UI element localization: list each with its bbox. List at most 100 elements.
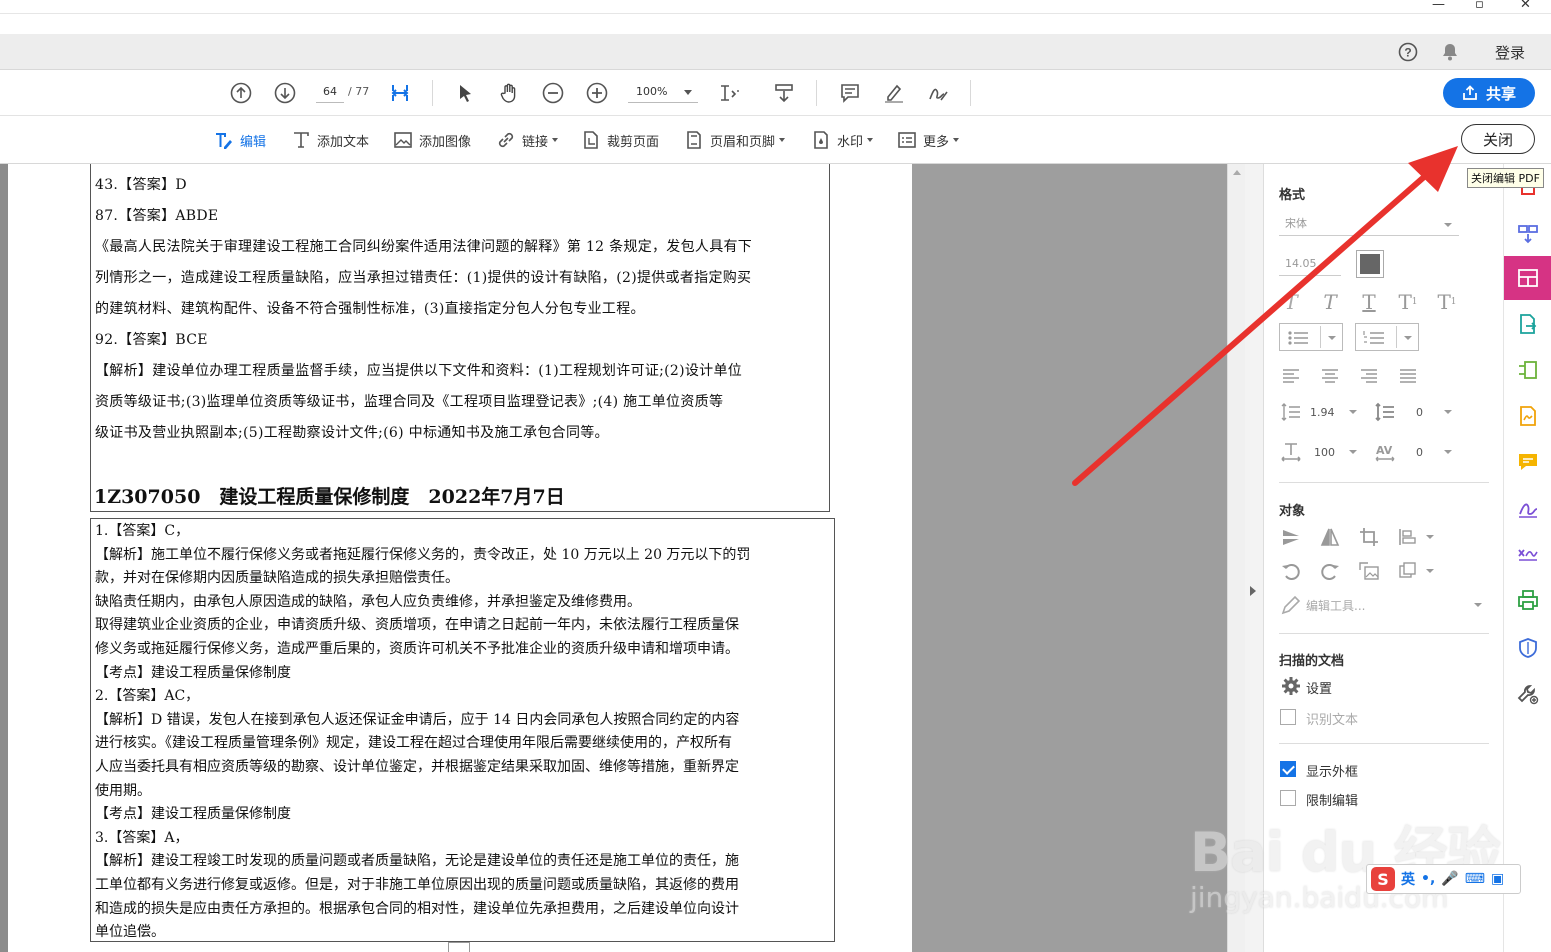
document-viewport[interactable]: 43.【答案】D 87.【答案】ABDE 《最高人民法院关于审理建设工程施工合同纠纷… bbox=[0, 164, 1263, 952]
document-text-line[interactable]: 使用期。 bbox=[95, 780, 151, 800]
crop-page-button[interactable]: 裁剪页面 bbox=[581, 130, 659, 150]
section-heading[interactable]: 1Z307050 建设工程质量保修制度 2022年7月7日 bbox=[94, 482, 565, 509]
scroll-mode-icon[interactable] bbox=[771, 80, 797, 106]
document-text-line[interactable]: 缺陷责任期内，由承包人原因造成的缺陷，承包人应负责维修，并承担鉴定及维修费用。 bbox=[95, 591, 641, 611]
text-box-answers-2[interactable]: 1.【答案】C， 【解析】施工单位不履行保修义务或者拖延履行保修义务的，责令改正，… bbox=[90, 518, 835, 942]
document-text-line[interactable]: 【解析】建设工程竣工时发现的质量问题或者质量缺陷，无论是建设单位的责任还是施工单… bbox=[95, 850, 739, 870]
zoom-select[interactable]: 100% bbox=[628, 83, 698, 103]
underline-t-icon[interactable]: T bbox=[1357, 290, 1381, 314]
edit-tools-label[interactable]: 编辑工具... bbox=[1306, 597, 1365, 614]
document-text-line[interactable]: 款，并对在保修期内因质量缺陷造成的损失承担赔偿责任。 bbox=[95, 567, 459, 587]
close-window-icon[interactable]: ✕ bbox=[1520, 0, 1531, 12]
header-footer-button[interactable]: 页眉和页脚 bbox=[684, 130, 786, 150]
line-spacing-icon[interactable] bbox=[1279, 400, 1303, 424]
print-production-icon[interactable] bbox=[1514, 586, 1542, 614]
punctuation-icon[interactable]: •, bbox=[1421, 871, 1435, 887]
flip-horizontal-icon[interactable] bbox=[1318, 525, 1342, 549]
login-link[interactable]: 登录 bbox=[1495, 42, 1525, 63]
document-text-line[interactable]: 进行核实。《建设工程质量管理条例》规定，建设工程在超过合理使用年限后需要继续使用… bbox=[95, 732, 732, 752]
page-number-input[interactable]: 64 bbox=[316, 83, 344, 103]
hand-tool-icon[interactable] bbox=[496, 80, 522, 106]
microphone-icon[interactable]: 🎤 bbox=[1441, 871, 1458, 887]
text-color-swatch[interactable] bbox=[1356, 250, 1384, 278]
select-pointer-icon[interactable] bbox=[452, 80, 478, 106]
align-right-icon[interactable] bbox=[1357, 363, 1381, 387]
minimize-icon[interactable]: — bbox=[1432, 0, 1445, 12]
keyboard-icon[interactable]: ⌨ bbox=[1465, 871, 1485, 887]
font-select[interactable]: 宋体 bbox=[1279, 214, 1459, 236]
share-button[interactable]: 共享 bbox=[1443, 78, 1535, 108]
document-text-line[interactable]: 和造成的损失是应由责任方承担的。根据承包合同的相对性，建设单位先承担费用，之后建… bbox=[95, 898, 739, 918]
document-text-line[interactable]: 【解析】D 错误，发包人在接到承包人返还保证金申请后，应于 14 日内会同承包人… bbox=[95, 709, 739, 729]
line-spacing-value[interactable]: 1.94 bbox=[1310, 406, 1335, 419]
document-text-line[interactable]: 87.【答案】ABDE bbox=[95, 205, 218, 225]
document-text-line[interactable]: 1.【答案】C， bbox=[95, 520, 189, 540]
comment-icon[interactable] bbox=[837, 80, 863, 106]
replace-image-icon[interactable] bbox=[1357, 559, 1381, 583]
zoom-out-icon[interactable] bbox=[540, 80, 566, 106]
document-text-line[interactable]: 3.【答案】A， bbox=[95, 827, 188, 847]
document-text-line[interactable]: 单位追偿。 bbox=[95, 921, 165, 941]
document-text-line[interactable]: 92.【答案】BCE bbox=[95, 329, 208, 349]
show-frame-checkbox[interactable] bbox=[1280, 761, 1296, 777]
character-spacing-value[interactable]: 0 bbox=[1416, 446, 1423, 459]
chevron-right-icon[interactable] bbox=[1250, 586, 1256, 596]
scroll-up-icon[interactable] bbox=[1233, 170, 1241, 175]
superscript-t-icon[interactable]: T1 bbox=[1396, 290, 1420, 314]
recognize-text-checkbox[interactable] bbox=[1280, 709, 1296, 725]
ime-toolbar[interactable]: S 英 •, 🎤 ⌨ ▣ bbox=[1366, 864, 1521, 894]
align-justify-icon[interactable] bbox=[1396, 363, 1420, 387]
document-text-line[interactable]: 2.【答案】AC， bbox=[95, 685, 199, 705]
highlight-pen-icon[interactable] bbox=[881, 80, 907, 106]
restrict-edit-checkbox[interactable] bbox=[1280, 790, 1296, 806]
document-text-line[interactable]: 修义务或拖延履行保修义务，造成严重后果的，资质许可机关不予批准企业的资质升级申请… bbox=[95, 638, 739, 658]
document-text-line[interactable]: 取得建筑业企业资质的企业，申请资质升级、资质增项，在申请之日起前一年内，未依法履… bbox=[95, 614, 739, 634]
align-left-icon[interactable] bbox=[1279, 363, 1303, 387]
link-button[interactable]: 链接 bbox=[496, 130, 559, 150]
document-text-line[interactable]: 资质等级证书;(3)监理单位资质等级证书，监理合同及《工程项目监理登记表》;(4… bbox=[95, 391, 723, 411]
document-text-line[interactable]: 的建筑材料、建筑构配件、设备不符合强制性标准，(3)直接指定分包人分包专业工程。 bbox=[95, 298, 645, 318]
export-pdf-icon[interactable] bbox=[1514, 310, 1542, 338]
paragraph-spacing-value[interactable]: 0 bbox=[1416, 406, 1423, 419]
character-spacing-icon[interactable]: AV bbox=[1373, 440, 1397, 464]
document-text-line[interactable]: 【解析】施工单位不履行保修义务或者拖延履行保修义务的，责令改正，处 10 万元以… bbox=[95, 544, 750, 564]
duplicate-icon[interactable] bbox=[1396, 559, 1420, 583]
font-size-input[interactable]: 14.05 bbox=[1279, 254, 1341, 276]
document-text-line[interactable]: 【考点】建设工程质量保修制度 bbox=[95, 803, 291, 823]
sign-icon[interactable] bbox=[925, 80, 951, 106]
organize-pages-icon[interactable] bbox=[1514, 356, 1542, 384]
more-tools-wrench-icon[interactable] bbox=[1514, 680, 1542, 708]
edit-tool-button[interactable]: 编辑 bbox=[214, 130, 266, 150]
sign-tool-icon[interactable] bbox=[1514, 494, 1542, 522]
add-text-button[interactable]: 添加文本 bbox=[291, 130, 369, 150]
send-for-signature-icon[interactable] bbox=[1514, 540, 1542, 568]
document-text-line[interactable]: 【解析】建设单位办理工程质量监督手续，应当提供以下文件和资料：(1)工程规划许可… bbox=[95, 360, 742, 380]
edit-pdf-icon[interactable] bbox=[1514, 264, 1542, 292]
settings-label[interactable]: 设置 bbox=[1306, 678, 1332, 697]
document-text-line[interactable]: 【考点】建设工程质量保修制度 bbox=[95, 662, 291, 682]
sogou-logo-icon[interactable]: S bbox=[1371, 867, 1395, 891]
horizontal-scale-icon[interactable] bbox=[1279, 440, 1303, 464]
help-icon[interactable]: ? bbox=[1398, 42, 1418, 62]
fit-page-icon[interactable] bbox=[387, 80, 413, 106]
maximize-icon[interactable]: ▫ bbox=[1475, 0, 1484, 12]
bullet-list-select[interactable] bbox=[1279, 323, 1343, 351]
pdf-page[interactable]: 43.【答案】D 87.【答案】ABDE 《最高人民法院关于审理建设工程施工合同纠纷… bbox=[8, 164, 912, 952]
numbered-list-select[interactable] bbox=[1355, 323, 1419, 351]
align-center-icon[interactable] bbox=[1318, 363, 1342, 387]
gear-icon[interactable] bbox=[1279, 674, 1303, 698]
page-fit-options-icon[interactable] bbox=[716, 80, 742, 106]
document-text-line[interactable]: 列情形之一，造成建设工程质量缺陷，应当承担过错责任：(1)提供的设计有缺陷，(2… bbox=[95, 267, 751, 287]
toolbox-icon[interactable]: ▣ bbox=[1491, 871, 1504, 887]
document-text-line[interactable]: 《最高人民法院关于审理建设工程施工合同纠纷案件适用法律问题的解释》第 12 条规… bbox=[95, 236, 752, 256]
bell-icon[interactable] bbox=[1440, 42, 1460, 62]
protect-shield-icon[interactable] bbox=[1514, 634, 1542, 662]
comment-tool-icon[interactable] bbox=[1514, 448, 1542, 476]
bold-t-icon[interactable]: T bbox=[1279, 290, 1303, 314]
document-text-line[interactable]: 43.【答案】D bbox=[95, 174, 187, 194]
arrange-icon[interactable] bbox=[1396, 525, 1420, 549]
close-edit-button[interactable]: 关闭 bbox=[1461, 124, 1535, 154]
crop-icon[interactable] bbox=[1357, 525, 1381, 549]
italic-t-icon[interactable]: T bbox=[1318, 290, 1342, 314]
document-text-line[interactable]: 人应当委托具有相应资质等级的勘察、设计单位鉴定，并根据鉴定结果采取加固、维修等措… bbox=[95, 756, 739, 776]
